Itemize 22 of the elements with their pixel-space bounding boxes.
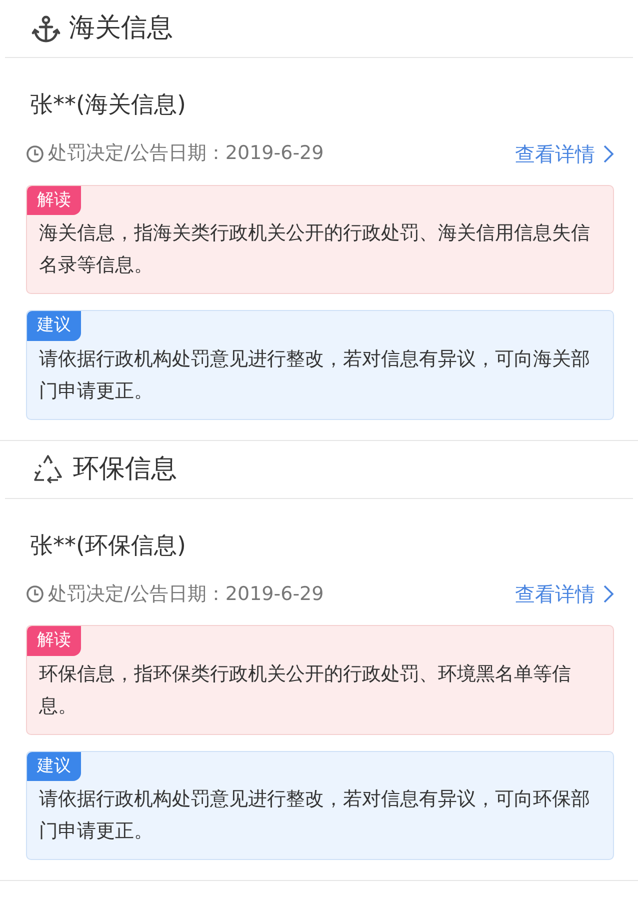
note-tag: 解读 (27, 186, 81, 215)
chevron-right-icon (603, 144, 614, 164)
clock-icon (26, 144, 44, 162)
anchor-icon (31, 14, 61, 44)
view-details-link[interactable]: 查看详情 (515, 579, 614, 609)
note-tag: 解读 (27, 626, 81, 656)
record-name: 张**(环保信息) (30, 532, 187, 560)
note-tag: 建议 (27, 752, 81, 781)
penalty-date: 处罚决定/公告日期：2019-6-29 (48, 141, 324, 166)
penalty-date: 处罚决定/公告日期：2019-6-29 (48, 582, 324, 607)
note-text: 请依据行政机构处罚意见进行整改，若对信息有异议，可向海关部门申请更正。 (38, 346, 591, 404)
clock-icon (26, 585, 44, 603)
section-title: 环保信息 (73, 452, 177, 486)
view-details-link[interactable]: 查看详情 (515, 138, 614, 168)
note-text: 海关信息，指海关类行政机关公开的行政处罚、海关信用信息失信名录等信息。 (38, 221, 591, 278)
section-title: 海关信息 (69, 12, 173, 45)
note-text: 环保信息，指环保类行政机关公开的行政处罚、环境黑名单等信息。 (38, 662, 572, 718)
note-tag: 建议 (27, 311, 81, 340)
recycle-icon (31, 454, 65, 484)
note-text: 请依据行政机构处罚意见进行整改，若对信息有异议，可向环保部门申请更正。 (38, 787, 591, 844)
record-name: 张**(海关信息) (30, 91, 187, 120)
chevron-right-icon (603, 584, 614, 604)
